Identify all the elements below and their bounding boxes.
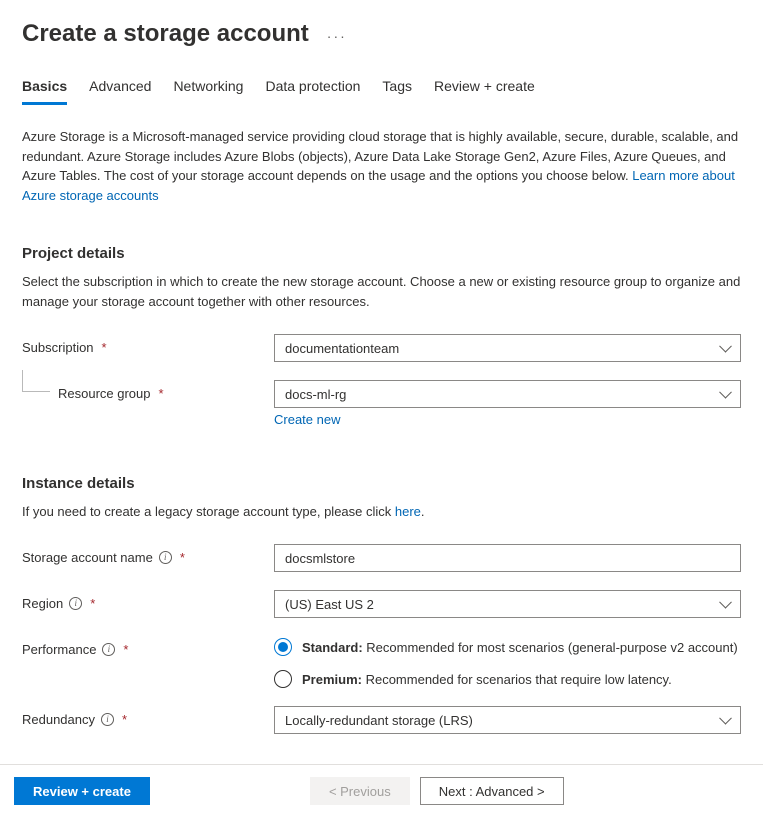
required-indicator: * xyxy=(159,386,164,401)
redundancy-select[interactable]: Locally-redundant storage (LRS) xyxy=(274,706,741,734)
required-indicator: * xyxy=(90,596,95,611)
region-value: (US) East US 2 xyxy=(285,597,374,612)
storage-account-name-value: docsmlstore xyxy=(285,551,355,566)
tab-basics[interactable]: Basics xyxy=(22,78,67,105)
performance-premium-label: Premium: Recommended for scenarios that … xyxy=(302,672,672,687)
project-details-heading: Project details xyxy=(22,245,741,262)
page-title: Create a storage account xyxy=(22,20,309,48)
perf-premium-rest: Recommended for scenarios that require l… xyxy=(362,672,672,687)
resource-group-label: Resource group xyxy=(58,386,151,401)
tabs-bar: Basics Advanced Networking Data protecti… xyxy=(22,78,741,105)
performance-premium-radio[interactable]: Premium: Recommended for scenarios that … xyxy=(274,670,741,688)
create-new-link[interactable]: Create new xyxy=(274,412,340,427)
instance-desc-pre: If you need to create a legacy storage a… xyxy=(22,504,395,519)
required-indicator: * xyxy=(180,550,185,565)
tab-tags[interactable]: Tags xyxy=(382,78,412,105)
storage-account-name-label: Storage account name xyxy=(22,550,153,565)
subscription-select[interactable]: documentationteam xyxy=(274,334,741,362)
radio-unchecked-icon xyxy=(274,670,292,688)
subscription-value: documentationteam xyxy=(285,341,399,356)
performance-label: Performance xyxy=(22,642,96,657)
previous-button: < Previous xyxy=(310,777,410,805)
project-details-desc: Select the subscription in which to crea… xyxy=(22,272,741,312)
resource-group-value: docs-ml-rg xyxy=(285,387,346,402)
radio-checked-icon xyxy=(274,638,292,656)
required-indicator: * xyxy=(123,642,128,657)
performance-standard-radio[interactable]: Standard: Recommended for most scenarios… xyxy=(274,638,741,656)
review-create-button[interactable]: Review + create xyxy=(14,777,150,805)
info-icon[interactable]: i xyxy=(101,713,114,726)
tab-review-create[interactable]: Review + create xyxy=(434,78,535,105)
instance-desc-post: . xyxy=(421,504,425,519)
legacy-here-link[interactable]: here xyxy=(395,504,421,519)
subscription-label: Subscription xyxy=(22,340,94,355)
region-select[interactable]: (US) East US 2 xyxy=(274,590,741,618)
more-icon[interactable]: ··· xyxy=(327,24,347,44)
instance-details-desc: If you need to create a legacy storage a… xyxy=(22,502,741,522)
info-icon[interactable]: i xyxy=(102,643,115,656)
info-icon[interactable]: i xyxy=(159,551,172,564)
perf-premium-bold: Premium: xyxy=(302,672,362,687)
tab-data-protection[interactable]: Data protection xyxy=(265,78,360,105)
required-indicator: * xyxy=(102,340,107,355)
tree-connector-icon xyxy=(22,370,50,392)
info-icon[interactable]: i xyxy=(69,597,82,610)
intro-text: Azure Storage is a Microsoft-managed ser… xyxy=(22,127,741,205)
region-label: Region xyxy=(22,596,63,611)
footer-bar: Review + create < Previous Next : Advanc… xyxy=(0,764,763,819)
storage-account-name-input[interactable]: docsmlstore xyxy=(274,544,741,572)
redundancy-label: Redundancy xyxy=(22,712,95,727)
resource-group-select[interactable]: docs-ml-rg xyxy=(274,380,741,408)
next-button[interactable]: Next : Advanced > xyxy=(420,777,564,805)
tab-networking[interactable]: Networking xyxy=(173,78,243,105)
required-indicator: * xyxy=(122,712,127,727)
perf-standard-rest: Recommended for most scenarios (general-… xyxy=(363,640,738,655)
performance-standard-label: Standard: Recommended for most scenarios… xyxy=(302,640,738,655)
tab-advanced[interactable]: Advanced xyxy=(89,78,151,105)
instance-details-heading: Instance details xyxy=(22,475,741,492)
intro-body: Azure Storage is a Microsoft-managed ser… xyxy=(22,129,738,183)
redundancy-value: Locally-redundant storage (LRS) xyxy=(285,713,473,728)
perf-standard-bold: Standard: xyxy=(302,640,363,655)
